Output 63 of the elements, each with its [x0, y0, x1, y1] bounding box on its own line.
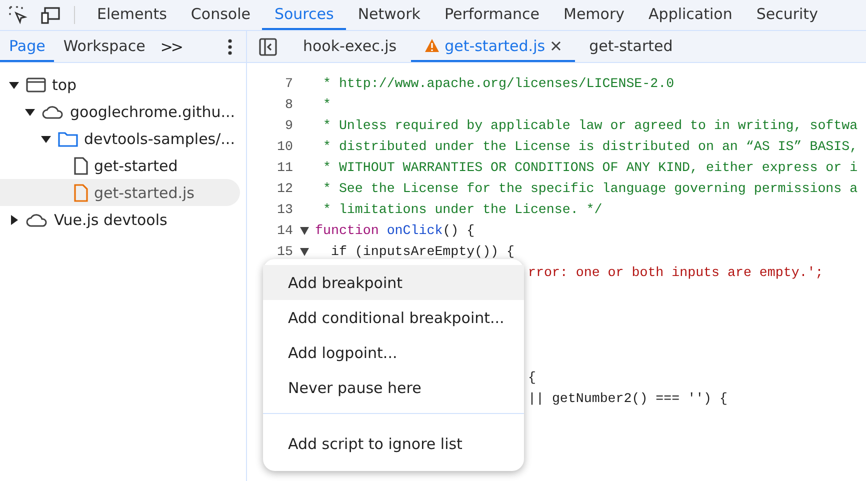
kebab-menu-icon[interactable] — [228, 38, 232, 54]
warning-icon — [424, 39, 439, 52]
code-comment: * limitations under the License. */ — [322, 202, 602, 217]
line-number: 10 — [276, 139, 293, 154]
tree-item-label[interactable]: devtools-samples/... — [84, 130, 235, 148]
line-number: 11 — [276, 160, 293, 175]
cloud-icon — [26, 212, 48, 226]
file-tab[interactable]: get-started — [575, 31, 687, 62]
file-tab[interactable]: hook-exec.js — [289, 31, 411, 62]
line-number: 15 — [276, 244, 293, 259]
navigator-tab[interactable]: Workspace — [54, 31, 154, 62]
folder-icon — [58, 130, 78, 146]
code-comment: * See the License for the specific language governing permissions a — [322, 181, 858, 196]
menu-item[interactable]: Add script to ignore list — [263, 426, 524, 461]
file-tab[interactable]: get-started.js — [410, 31, 576, 62]
code-comment: * WITHOUT WARRANTIES OR CONDITIONS OF ANY KIND, either express or i — [322, 160, 858, 175]
line-number: 12 — [276, 181, 293, 196]
panel-tab[interactable]: Network — [346, 0, 432, 30]
code-line: if (inputsAreEmpty()) { — [330, 244, 514, 259]
line-number: 13 — [276, 202, 293, 217]
disclosure-triangle-icon[interactable] — [9, 214, 19, 224]
close-icon[interactable] — [551, 40, 562, 50]
file-icon — [74, 156, 88, 174]
tree-item-label[interactable]: Vue.js devtools — [54, 210, 168, 228]
tree-item-label[interactable]: googlechrome.githu... — [70, 102, 236, 120]
code-comment: * http://www.apache.org/licenses/LICENSE-2.0 — [322, 76, 674, 91]
inspect-element-icon[interactable] — [8, 5, 28, 25]
navigator-tab[interactable]: Page — [0, 31, 54, 62]
code-comment: * — [322, 97, 331, 112]
fold-arrow-icon[interactable] — [300, 248, 308, 256]
disclosure-triangle-icon[interactable] — [9, 80, 19, 90]
menu-item[interactable]: Never pause here — [263, 370, 524, 405]
panel-tab[interactable]: Performance — [432, 0, 552, 30]
menu-item[interactable]: Add logpoint... — [263, 335, 524, 370]
panel-tab[interactable]: Security — [744, 0, 830, 30]
tree-row[interactable]: get-started — [0, 152, 240, 179]
line-number: 14 — [276, 223, 293, 238]
file-icon — [74, 184, 88, 202]
code-line: || getNumber2() === '') { — [528, 391, 728, 406]
menu-item[interactable]: Add breakpoint — [263, 265, 524, 300]
code-line: function onClick() { — [315, 223, 475, 238]
code-comment: * Unless required by applicable law or agreed to in writing, softwa — [322, 118, 858, 133]
line-number: 9 — [284, 118, 293, 133]
code-line: { — [528, 370, 536, 385]
panel-tab[interactable]: Memory — [552, 0, 637, 30]
line-number: 8 — [284, 97, 293, 112]
disclosure-triangle-icon[interactable] — [41, 134, 51, 144]
code-string: rror: one or both inputs are empty.'; — [528, 265, 824, 280]
menu-item[interactable]: Add conditional breakpoint... — [263, 300, 524, 335]
code-comment: * distributed under the License is distributed on an “AS IS” BASIS, — [322, 139, 858, 154]
cloud-icon — [42, 104, 64, 118]
panel-tab[interactable]: Console — [178, 0, 262, 30]
tree-row[interactable]: get-started.js — [0, 179, 240, 206]
panel-tab[interactable]: Application — [636, 0, 744, 30]
device-toolbar-icon[interactable] — [40, 5, 62, 25]
disclosure-triangle-icon[interactable] — [25, 106, 35, 116]
more-tabs-button[interactable]: >> — [160, 38, 182, 56]
toggle-sidebar-icon[interactable] — [259, 38, 277, 56]
fold-arrow-icon[interactable] — [300, 226, 308, 234]
tree-item-label[interactable]: top — [52, 76, 77, 94]
panel-tab[interactable]: Elements — [85, 0, 179, 30]
window-frame-icon — [26, 76, 46, 92]
line-number: 7 — [284, 76, 293, 91]
